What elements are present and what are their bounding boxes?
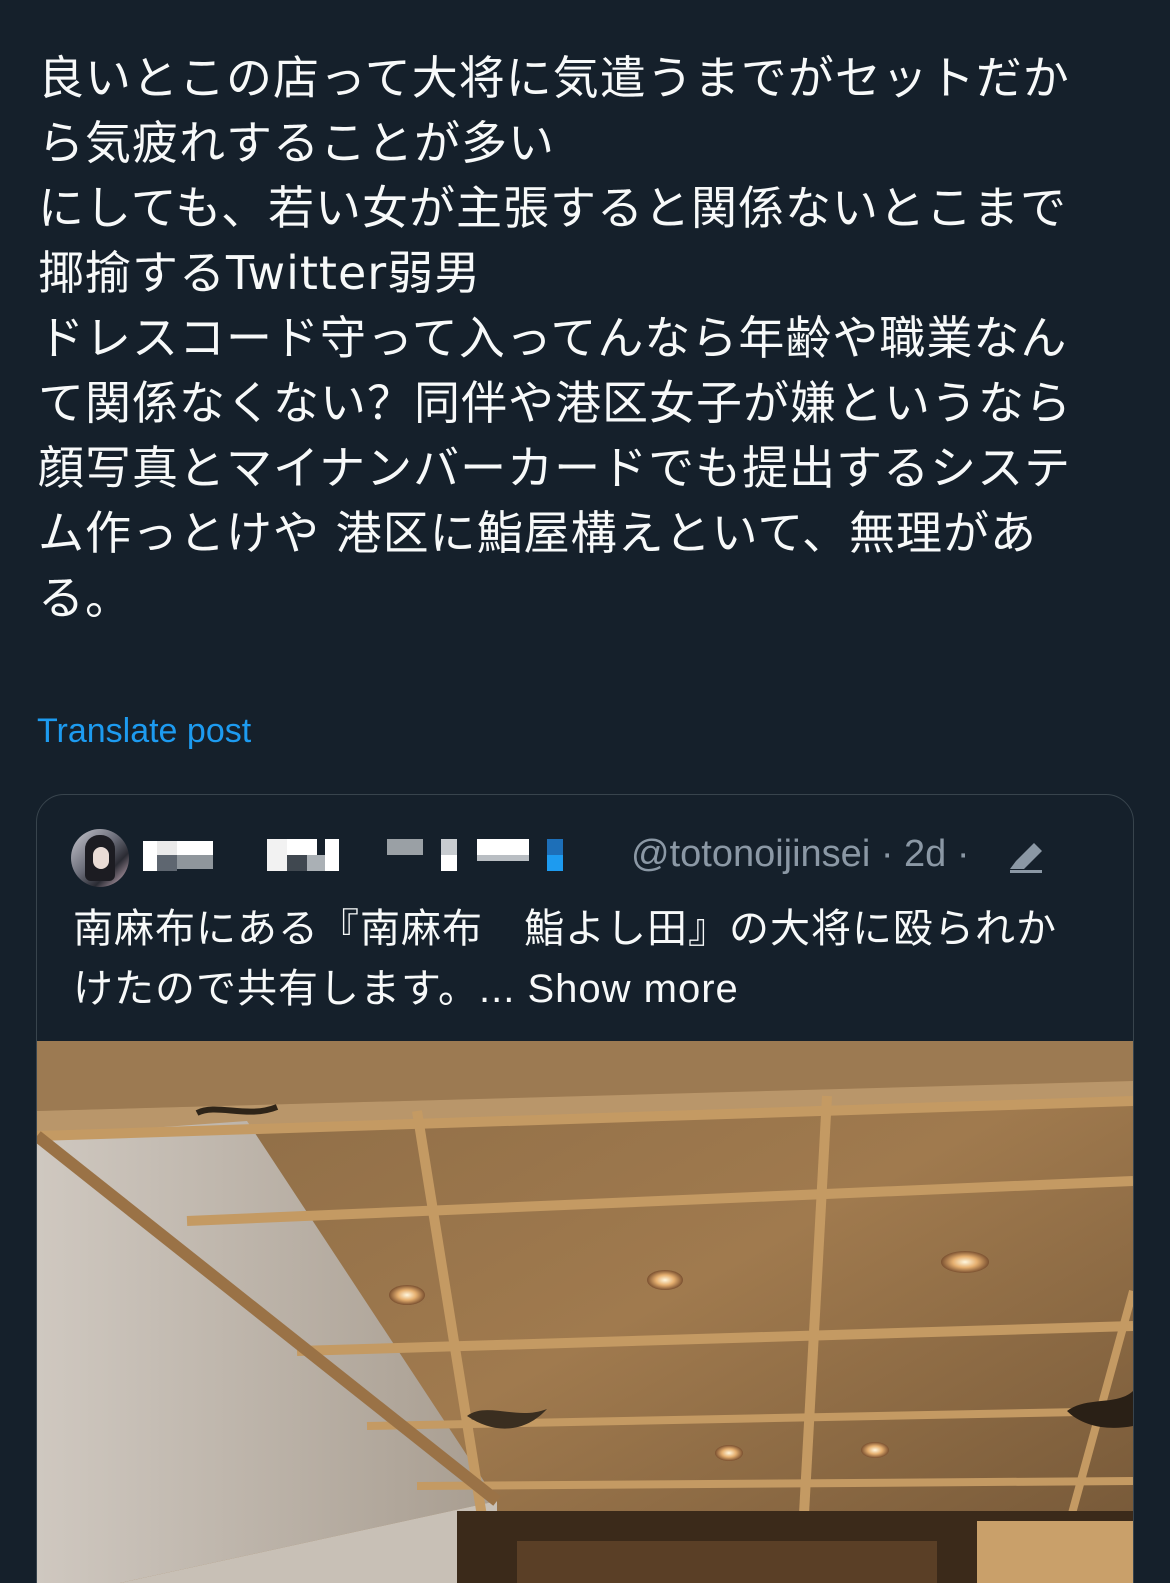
post-text: 良いとこの店って大将に気遣うまでがセットだか ら気疲れすることが多い にしても、…: [38, 46, 1118, 631]
show-more-link[interactable]: ... Show more: [479, 967, 739, 1011]
post-text-line: にしても、若い女が主張すると関係ないとこまで: [38, 181, 1067, 235]
post-text-line: る。: [38, 571, 132, 625]
post-text-line: 顔写真とマイナンバーカードでも提出するシステ: [38, 441, 1072, 495]
quoted-handle-and-time[interactable]: @totonoijinsei · 2d ·: [631, 833, 970, 876]
redacted-display-name: [143, 837, 603, 877]
translate-post-link[interactable]: Translate post: [37, 712, 251, 751]
quoted-text-fragment: けたので共有します。: [73, 966, 479, 1012]
edit-pencil-icon: [1010, 843, 1042, 873]
quoted-text-line: 南麻布にある『南麻布 鮨よし田』の大将に殴られか: [73, 906, 1057, 952]
restaurant-ceiling-image: [37, 1041, 1133, 1583]
post-text-line: ドレスコード守って入ってんなら年齢や職業なん: [38, 311, 1068, 365]
quoted-text-line: けたので共有します。... Show more: [73, 959, 1113, 1019]
avatar[interactable]: [71, 829, 129, 887]
post-text-line: 良いとこの店って大将に気遣うまでがセットだか: [38, 51, 1070, 105]
post-text-line: 揶揄するTwitter弱男: [38, 246, 482, 300]
post-text-line: て関係なくない？同伴や港区女子が嫌というなら: [38, 376, 1072, 430]
post-text-line: ム作っとけや 港区に鮨屋構えといて、無理があ: [38, 506, 1037, 560]
quoted-post-card[interactable]: @totonoijinsei · 2d · 南麻布にある『南麻布 鮨よし田』の大…: [36, 794, 1134, 1583]
quoted-post-photo[interactable]: [37, 1041, 1133, 1583]
quoted-post-header: @totonoijinsei · 2d ·: [71, 829, 1111, 889]
post-text-line: ら気疲れすることが多い: [38, 116, 555, 170]
quoted-post-text: 南麻布にある『南麻布 鮨よし田』の大将に殴られか けたので共有します。... S…: [73, 899, 1113, 1019]
